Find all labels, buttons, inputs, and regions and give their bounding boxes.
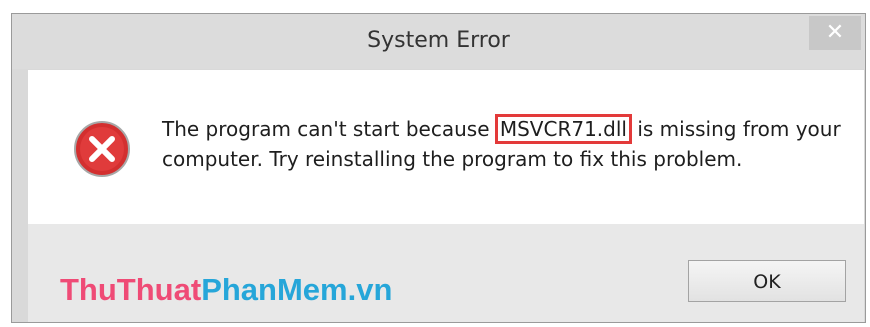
error-icon	[74, 121, 130, 177]
watermark-logo: ThuThuatPhanMem.vn	[60, 272, 392, 308]
message-text-before: The program can't start because	[162, 117, 496, 141]
watermark-part1: ThuThuat	[60, 272, 202, 307]
title-bar: System Error ✕	[12, 14, 865, 69]
message-area: The program can't start because MSVCR71.…	[28, 70, 864, 224]
watermark-part2: PhanMem.vn	[201, 272, 393, 307]
close-button[interactable]: ✕	[809, 16, 861, 50]
dialog-title: System Error	[367, 28, 510, 53]
ok-button[interactable]: OK	[688, 260, 846, 302]
close-icon: ✕	[825, 20, 845, 45]
missing-dll-filename: MSVCR71.dll	[494, 114, 632, 144]
error-message: The program can't start because MSVCR71.…	[162, 114, 842, 174]
